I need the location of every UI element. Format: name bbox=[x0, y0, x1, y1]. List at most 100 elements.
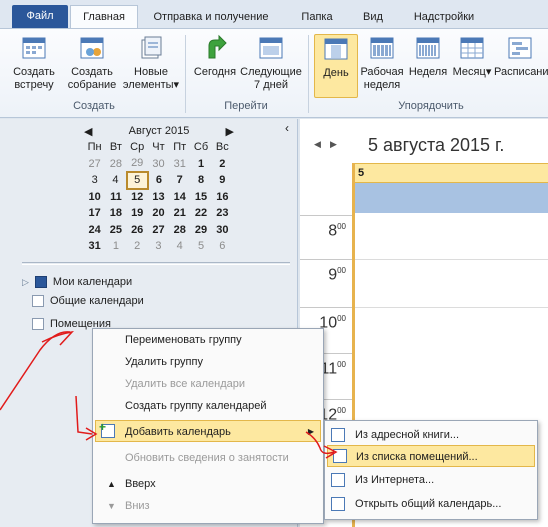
tab-send-receive[interactable]: Отправка и получение bbox=[146, 6, 276, 28]
prev-day-icon[interactable]: ◀ bbox=[314, 139, 321, 150]
new-appointment-button[interactable]: Создать встречу bbox=[6, 34, 62, 92]
calendar-day-selected[interactable]: 5 bbox=[125, 171, 149, 190]
submenu-open-shared-calendar[interactable]: Открыть общий календарь... bbox=[325, 493, 537, 515]
calendar-day[interactable]: 10 bbox=[84, 189, 105, 206]
next-month-icon[interactable]: ▶ bbox=[226, 125, 234, 138]
calendar-day[interactable]: 1 bbox=[190, 156, 211, 173]
work-week-icon bbox=[370, 37, 394, 59]
tab-file[interactable]: Файл bbox=[12, 5, 68, 28]
calendar-day[interactable]: 11 bbox=[105, 189, 126, 206]
calendar-day[interactable]: 3 bbox=[84, 172, 105, 189]
calendar-day[interactable]: 28 bbox=[169, 222, 190, 239]
calendar-day[interactable]: 8 bbox=[190, 172, 211, 189]
group-label-arrange: Упорядочить bbox=[398, 100, 464, 112]
calendar-day[interactable]: 6 bbox=[212, 238, 233, 255]
calendar-day[interactable]: 30 bbox=[212, 222, 233, 239]
calendar-day[interactable]: 30 bbox=[148, 156, 169, 173]
work-week-button[interactable]: Рабочая неделя bbox=[358, 34, 406, 92]
calendar-day[interactable]: 4 bbox=[169, 238, 190, 255]
new-meeting-button[interactable]: Создать собрание bbox=[64, 34, 120, 92]
group-label-goto: Перейти bbox=[224, 100, 268, 112]
group-context-menu: Переименовать группу Удалить группу Удал… bbox=[92, 328, 324, 524]
calendar-day[interactable]: 29 bbox=[127, 156, 148, 173]
calendar-day[interactable]: 1 bbox=[105, 238, 126, 255]
chevron-down-icon: ▾ bbox=[173, 79, 180, 91]
menu-delete-group[interactable]: Удалить группу bbox=[125, 351, 203, 373]
next-7-days-button[interactable]: Следующие 7 дней bbox=[240, 34, 302, 92]
calendar-day[interactable]: 13 bbox=[148, 189, 169, 206]
pane-divider[interactable] bbox=[22, 262, 290, 265]
shared-calendars-label: Общие календари bbox=[50, 295, 144, 307]
my-calendars-label: Мои календари bbox=[52, 276, 133, 288]
checkbox-icon[interactable] bbox=[32, 318, 44, 330]
calendar-day[interactable]: 21 bbox=[169, 205, 190, 222]
week-calendar-icon bbox=[259, 37, 283, 59]
menu-add-calendar[interactable]: + Добавить календарь ▶ bbox=[95, 420, 321, 442]
week-button[interactable]: Неделя bbox=[406, 34, 450, 79]
new-items-button[interactable]: Новые элементы▾ bbox=[120, 34, 182, 92]
today-button[interactable]: Сегодня bbox=[190, 34, 240, 79]
calendar-day[interactable]: 7 bbox=[169, 172, 190, 189]
internet-calendar-icon bbox=[331, 473, 345, 487]
submenu-from-internet[interactable]: Из Интернета... bbox=[325, 469, 537, 491]
calendar-day[interactable]: 31 bbox=[169, 156, 190, 173]
today-arrow-icon bbox=[208, 34, 227, 59]
all-day-area[interactable] bbox=[352, 183, 548, 213]
calendar-day[interactable]: 26 bbox=[127, 222, 148, 239]
calendar-day[interactable]: 4 bbox=[105, 172, 126, 189]
ribbon-separator bbox=[185, 35, 186, 113]
calendar-day[interactable]: 20 bbox=[148, 205, 169, 222]
calendar-day[interactable]: 9 bbox=[212, 172, 233, 189]
submenu-from-room-list[interactable]: Из списка помещений... bbox=[327, 445, 535, 467]
schedule-view-button[interactable]: Расписание bbox=[494, 34, 548, 79]
menu-move-up[interactable]: ▲ Вверх bbox=[101, 473, 321, 495]
my-calendars-group[interactable]: ▷ Мои календари bbox=[22, 276, 132, 288]
calendar-day[interactable]: 14 bbox=[169, 189, 190, 206]
calendar-day[interactable]: 5 bbox=[190, 238, 211, 255]
calendar-day[interactable]: 22 bbox=[190, 205, 211, 222]
calendar-day[interactable]: 16 bbox=[212, 189, 233, 206]
calendar-day[interactable]: 29 bbox=[190, 222, 211, 239]
calendar-day[interactable]: 6 bbox=[148, 172, 169, 189]
calendar-day[interactable]: 17 bbox=[84, 205, 105, 222]
calendar-day[interactable]: 19 bbox=[127, 205, 148, 222]
minutes-label: 00 bbox=[337, 406, 346, 415]
day-view-button[interactable]: День bbox=[314, 34, 358, 98]
calendar-day[interactable]: 23 bbox=[212, 205, 233, 222]
calendar-icon bbox=[22, 37, 46, 59]
expand-arrow-icon[interactable]: ▷ bbox=[22, 277, 29, 288]
calendar-day[interactable]: 27 bbox=[84, 156, 105, 173]
arrow-up-icon: ▲ bbox=[107, 479, 116, 489]
calendar-day[interactable]: 27 bbox=[148, 222, 169, 239]
minutes-label: 00 bbox=[337, 222, 346, 231]
collapse-pane-icon[interactable]: ‹ bbox=[285, 121, 289, 135]
tab-home[interactable]: Главная bbox=[70, 5, 138, 29]
calendar-day[interactable]: 25 bbox=[105, 222, 126, 239]
weekday-label: Ср bbox=[130, 141, 145, 154]
calendar-day[interactable]: 15 bbox=[190, 189, 211, 206]
prev-month-icon[interactable]: ◀ bbox=[84, 125, 92, 138]
submenu-from-address-book[interactable]: Из адресной книги... bbox=[325, 424, 537, 446]
menu-create-calendar-group[interactable]: Создать группу календарей bbox=[125, 395, 267, 417]
calendar-day[interactable]: 31 bbox=[84, 238, 105, 255]
calendar-day[interactable]: 2 bbox=[127, 238, 148, 255]
meeting-icon bbox=[80, 37, 104, 59]
calendar-day[interactable]: 18 bbox=[105, 205, 126, 222]
day-column-header[interactable]: 5 bbox=[352, 163, 548, 183]
checkbox-checked-icon[interactable] bbox=[34, 276, 47, 288]
week-label: Неделя bbox=[408, 66, 448, 78]
calendar-day[interactable]: 2 bbox=[212, 156, 233, 173]
calendar-day[interactable]: 24 bbox=[84, 222, 105, 239]
menu-rename-group[interactable]: Переименовать группу bbox=[125, 329, 242, 351]
calendar-day[interactable]: 28 bbox=[105, 156, 126, 173]
month-button[interactable]: Месяц▾ bbox=[450, 34, 494, 79]
next-day-icon[interactable]: ▶ bbox=[330, 139, 337, 150]
calendar-day[interactable]: 3 bbox=[148, 238, 169, 255]
shared-calendars-group[interactable]: Общие календари bbox=[32, 295, 144, 307]
calendar-day[interactable]: 12 bbox=[127, 189, 148, 206]
checkbox-icon[interactable] bbox=[32, 295, 44, 307]
tab-folder[interactable]: Папка bbox=[293, 6, 341, 28]
tab-view[interactable]: Вид bbox=[355, 6, 391, 28]
tab-addins[interactable]: Надстройки bbox=[404, 6, 484, 28]
add-calendar-submenu: Из адресной книги... Из списка помещений… bbox=[324, 420, 538, 520]
